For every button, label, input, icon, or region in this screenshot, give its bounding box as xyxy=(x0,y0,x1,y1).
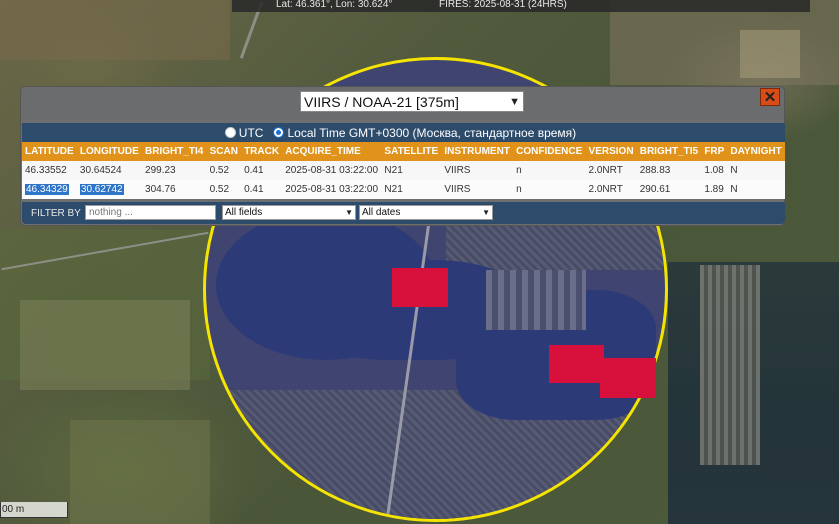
port-terminal xyxy=(700,265,760,465)
column-header[interactable]: LONGITUDE xyxy=(76,142,143,161)
table-cell: 30.64524 xyxy=(76,161,143,180)
column-header[interactable]: FRP xyxy=(701,142,728,161)
chevron-down-icon: ▼ xyxy=(509,95,520,108)
table-cell: 0.41 xyxy=(241,180,283,199)
tz-utc-label: UTC xyxy=(238,125,264,140)
column-header[interactable]: BRIGHT_TI4 xyxy=(142,142,207,161)
fire-details-panel: VIIRS / NOAA-21 [375m] ▼ ✕ UTC Local Tim… xyxy=(20,86,785,226)
scale-bar: 00 m xyxy=(0,502,68,518)
port-piers xyxy=(486,270,586,330)
column-header[interactable]: SATELLITE xyxy=(381,142,442,161)
table-cell: VIIRS xyxy=(441,161,514,180)
date-filter-select[interactable]: All dates ▼ xyxy=(359,205,493,220)
table-cell: N xyxy=(727,161,785,180)
filter-bar: FILTER BY All fields ▼ All dates ▼ xyxy=(22,202,785,224)
map-field xyxy=(610,0,839,85)
panel-header: VIIRS / NOAA-21 [375m] ▼ ✕ xyxy=(21,87,784,120)
table-cell: N xyxy=(727,180,785,199)
table-cell: 46.34329 xyxy=(22,180,77,199)
satellite-select[interactable]: VIIRS / NOAA-21 [375m] ▼ xyxy=(300,91,524,112)
table-header-row: LATITUDE LONGITUDE BRIGHT_TI4 SCAN TRACK… xyxy=(22,142,785,161)
tz-local-label: Local Time GMT+0300 (Москва, стандартное… xyxy=(287,125,577,140)
column-header[interactable]: DAYNIGHT xyxy=(727,142,785,161)
table-cell: 30.62742 xyxy=(76,180,143,199)
column-header[interactable]: SCAN xyxy=(206,142,242,161)
table-row[interactable]: 46.33552 30.64524 299.23 0.52 0.41 2025-… xyxy=(22,161,785,180)
tz-utc-radio[interactable] xyxy=(224,127,236,138)
fires-date: FIRES: 2025-08-31 (24HRS) xyxy=(439,0,567,10)
table-cell: 2025-08-31 03:22:00 xyxy=(282,180,382,199)
table-cell: n xyxy=(513,180,586,199)
table-cell: VIIRS xyxy=(441,180,514,199)
table-cell: 304.76 xyxy=(142,180,207,199)
status-bar: Lat: 46.361°, Lon: 30.624° FIRES: 2025-0… xyxy=(232,0,810,12)
filter-input[interactable] xyxy=(85,205,216,220)
table-cell: 299.23 xyxy=(142,161,207,180)
column-header[interactable]: CONFIDENCE xyxy=(513,142,586,161)
table-cell: 1.08 xyxy=(701,161,728,180)
table-cell: 1.89 xyxy=(701,180,728,199)
selected-longitude: 30.62742 xyxy=(79,184,124,195)
satellite-map[interactable] xyxy=(0,0,839,524)
chevron-down-icon: ▼ xyxy=(345,208,353,217)
column-header[interactable]: INSTRUMENT xyxy=(441,142,514,161)
table-cell: 0.52 xyxy=(206,161,242,180)
close-icon: ✕ xyxy=(763,89,777,106)
column-header[interactable]: ACQUIRE_TIME xyxy=(282,142,382,161)
table-cell: 46.33552 xyxy=(22,161,77,180)
cursor-coordinates: Lat: 46.361°, Lon: 30.624° xyxy=(276,0,393,10)
date-filter-value: All dates xyxy=(362,207,401,218)
table-cell: N21 xyxy=(381,180,442,199)
chevron-down-icon: ▼ xyxy=(482,208,490,217)
table-cell: 2.0NRT xyxy=(585,161,637,180)
field-filter-value: All fields xyxy=(225,207,263,218)
table-cell: 288.83 xyxy=(636,161,702,180)
table-row[interactable]: 46.34329 30.62742 304.76 0.52 0.41 2025-… xyxy=(22,180,785,199)
fire-table: LATITUDE LONGITUDE BRIGHT_TI4 SCAN TRACK… xyxy=(22,142,785,199)
fire-pixel[interactable] xyxy=(392,268,448,307)
table-cell: 290.61 xyxy=(636,180,702,199)
field-filter-select[interactable]: All fields ▼ xyxy=(222,205,356,220)
table-cell: 2025-08-31 03:22:00 xyxy=(282,161,382,180)
table-cell: 0.52 xyxy=(206,180,242,199)
column-header[interactable]: LATITUDE xyxy=(22,142,77,161)
selected-latitude: 46.34329 xyxy=(25,184,69,195)
column-header[interactable]: BRIGHT_TI5 xyxy=(636,142,702,161)
filter-label: FILTER BY xyxy=(31,208,81,219)
table-cell: 2.0NRT xyxy=(585,180,637,199)
fire-pixel[interactable] xyxy=(600,358,656,398)
close-button[interactable]: ✕ xyxy=(760,88,780,106)
timezone-selector: UTC Local Time GMT+0300 (Москва, стандар… xyxy=(22,123,785,142)
map-field xyxy=(0,0,230,60)
map-field xyxy=(740,30,800,78)
fire-pixel[interactable] xyxy=(549,345,604,383)
satellite-select-value: VIIRS / NOAA-21 [375m] xyxy=(304,93,459,110)
table-cell: N21 xyxy=(381,161,442,180)
tz-utc-option[interactable]: UTC xyxy=(224,125,264,140)
tz-local-option[interactable]: Local Time GMT+0300 (Москва, стандартное… xyxy=(273,126,576,140)
tz-local-radio[interactable] xyxy=(273,127,285,138)
map-field xyxy=(70,420,210,524)
column-header[interactable]: TRACK xyxy=(241,142,283,161)
table-cell: n xyxy=(513,161,586,180)
table-cell: 0.41 xyxy=(241,161,283,180)
map-field xyxy=(20,300,190,390)
column-header[interactable]: VERSION xyxy=(585,142,637,161)
